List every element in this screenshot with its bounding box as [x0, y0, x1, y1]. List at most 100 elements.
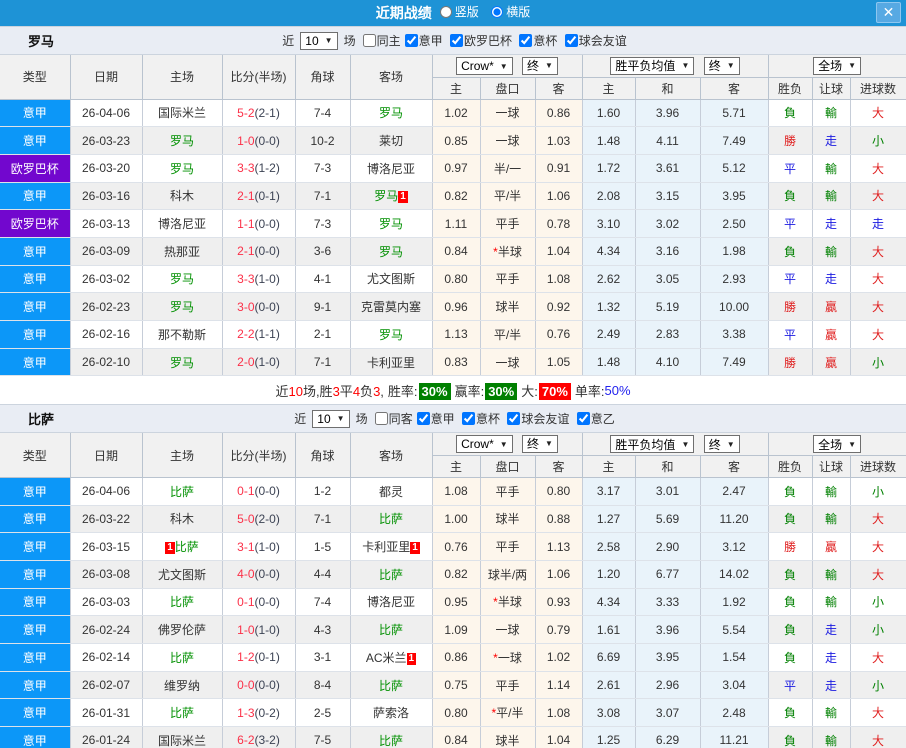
league-checkbox-input[interactable] [576, 411, 590, 425]
mean-draw-cell: 2.90 [635, 532, 701, 561]
mean-source-select[interactable]: 胜平负均值 ▼ [610, 56, 695, 75]
handicap-cell: 平手 [480, 532, 536, 561]
goals-result-cell: 小 [850, 477, 906, 506]
home-team-name: 比萨 [174, 540, 199, 555]
mean-home-cell: 1.48 [582, 126, 636, 155]
goals-result-cell: 大 [850, 237, 906, 266]
fulltime-score: 2-1 [237, 188, 255, 203]
league-checkbox-input[interactable] [416, 411, 430, 425]
league-filter-checkbox[interactable]: 欧罗巴杯 [446, 32, 512, 49]
date-cell: 26-03-20 [70, 154, 143, 183]
league-checkbox-input[interactable] [449, 33, 463, 47]
mean-home-cell: 4.34 [582, 237, 636, 266]
match-count-select[interactable]: 10 ▼ [312, 409, 350, 428]
mean-draw-cell: 3.96 [635, 615, 701, 644]
summary-rates: 胜率: 30% 赢率: 30% 大: 70% [384, 381, 571, 400]
fulltime-score: 2-1 [237, 244, 255, 259]
league-filter-checkbox[interactable]: 意甲 [413, 410, 455, 427]
away-odds-cell: 1.08 [535, 265, 583, 294]
handicap-result-cell: 走 [812, 265, 851, 294]
odds-source-select[interactable]: Crow* ▼ [456, 435, 513, 454]
home-odds-cell: 0.80 [432, 698, 481, 728]
handicap-cell: 平手 [480, 671, 536, 700]
league-checkbox-input[interactable] [507, 411, 521, 425]
league-checkbox-input[interactable] [519, 33, 533, 47]
date-cell: 26-02-14 [70, 643, 143, 672]
fulltime-score: 0-0 [237, 678, 255, 693]
pisa-team-bar: 比萨 近 10 ▼ 场 同客 意甲 意杯 球会友谊 意乙 [0, 404, 906, 434]
home-odds-cell: 0.80 [432, 265, 481, 294]
corner-cell: 3-6 [295, 237, 351, 266]
same-home-checkbox[interactable]: 同主 [359, 32, 401, 49]
col-header-handicap: 盘口 [480, 455, 536, 478]
chevron-down-icon: ▼ [726, 61, 735, 71]
match-row: 欧罗巴杯 26-03-20 罗马 3-3(1-2) 7-3 博洛尼亚 0.97 … [0, 154, 906, 183]
home-odds-cell: 0.75 [432, 671, 481, 700]
away-team-name: 罗马 [378, 217, 403, 232]
league-checkbox-input[interactable] [461, 411, 475, 425]
away-team-name: 比萨 [378, 733, 403, 748]
away-team-name: 博洛尼亚 [366, 595, 415, 610]
home-team-name: 科木 [169, 512, 194, 527]
mean-time-select[interactable]: 终 ▼ [703, 56, 740, 75]
handicap-cell: *一球 [480, 643, 536, 672]
same-away-checkbox[interactable]: 同客 [371, 410, 413, 427]
fulltime-score: 3-3 [237, 161, 255, 176]
match-count-select[interactable]: 10 ▼ [300, 31, 338, 50]
match-row: 意甲 26-04-06 国际米兰 5-2(2-1) 7-4 罗马 1.02 一球… [0, 99, 906, 128]
mean-away-cell: 11.20 [700, 505, 769, 534]
handicap-cell: 平手 [480, 209, 536, 238]
league-checkbox-input[interactable] [564, 33, 578, 47]
mean-draw-cell: 3.96 [635, 99, 701, 128]
odds-time-select[interactable]: 终 ▼ [522, 434, 558, 453]
odds-time-select[interactable]: 终 ▼ [522, 56, 558, 75]
handicap-result-cell: 走 [812, 671, 851, 700]
league-cell: 意甲 [0, 698, 71, 728]
layout-radio-option[interactable]: 竖版 [439, 3, 479, 20]
odds-select-group: Crow* ▼ 终 ▼ [432, 433, 583, 456]
mean-away-cell: 1.92 [700, 588, 769, 617]
mean-select-group: 胜平负均值 ▼ 终 ▼ [582, 433, 769, 456]
fulltime-score: 1-0 [237, 622, 255, 637]
home-team-cell: 热那亚 [142, 237, 223, 266]
league-cell: 意甲 [0, 348, 71, 377]
goals-result-cell: 小 [850, 348, 906, 377]
layout-radio-option[interactable]: 横版 [491, 3, 530, 20]
pisa-table-header: 类型 日期 主场 比分(半场) 角球 客场 Crow* ▼ 终 ▼ 胜平负均值 ▼ 终… [0, 433, 906, 478]
league-filter-checkbox[interactable]: 意杯 [515, 32, 557, 49]
scope-select-group: 全场 ▼ [768, 433, 906, 456]
handicap-cell: 一球 [480, 126, 536, 155]
layout-radio[interactable] [439, 5, 452, 18]
same-home-checkbox-input[interactable] [362, 34, 376, 47]
away-team-cell: 罗马 [350, 99, 433, 128]
scope-select[interactable]: 全场 ▼ [813, 56, 861, 75]
league-filter-checkbox[interactable]: 球会友谊 [503, 410, 569, 427]
handicap-cell: *半球 [480, 588, 536, 617]
goals-result-cell: 大 [850, 698, 906, 728]
league-filter-checkbox[interactable]: 意乙 [573, 410, 615, 427]
league-cell: 意甲 [0, 292, 71, 321]
league-filter-checkbox[interactable]: 球会友谊 [561, 32, 627, 49]
corner-cell: 9-1 [295, 292, 351, 321]
col-header-goals: 进球数 [850, 455, 906, 478]
goals-result-cell: 大 [850, 643, 906, 672]
mean-source-select[interactable]: 胜平负均值 ▼ [610, 435, 695, 454]
wdl-result-cell: 負 [768, 182, 813, 211]
match-row: 意甲 26-02-07 维罗纳 0-0(0-0) 8-4 比萨 0.75 平手 … [0, 671, 906, 700]
wdl-result-cell: 負 [768, 560, 813, 589]
scope-select[interactable]: 全场 ▼ [813, 435, 861, 454]
league-filter-checkbox[interactable]: 意甲 [401, 32, 443, 49]
fulltime-score: 3-3 [237, 271, 255, 286]
layout-radio[interactable] [491, 5, 504, 18]
league-checkbox-input[interactable] [404, 33, 418, 47]
same-away-checkbox-input[interactable] [374, 412, 388, 426]
close-button[interactable]: ✕ [876, 2, 901, 23]
odds-source-select[interactable]: Crow* ▼ [456, 57, 513, 75]
league-filter-checkbox[interactable]: 意杯 [458, 410, 500, 427]
mean-time-select[interactable]: 终 ▼ [703, 435, 740, 454]
home-team-cell: 尤文图斯 [142, 560, 223, 589]
halftime-score: (0-2) [254, 705, 280, 720]
away-odds-cell: 1.06 [535, 182, 583, 211]
mean-home-cell: 2.49 [582, 320, 636, 349]
handicap-result-cell: 輸 [812, 154, 851, 183]
